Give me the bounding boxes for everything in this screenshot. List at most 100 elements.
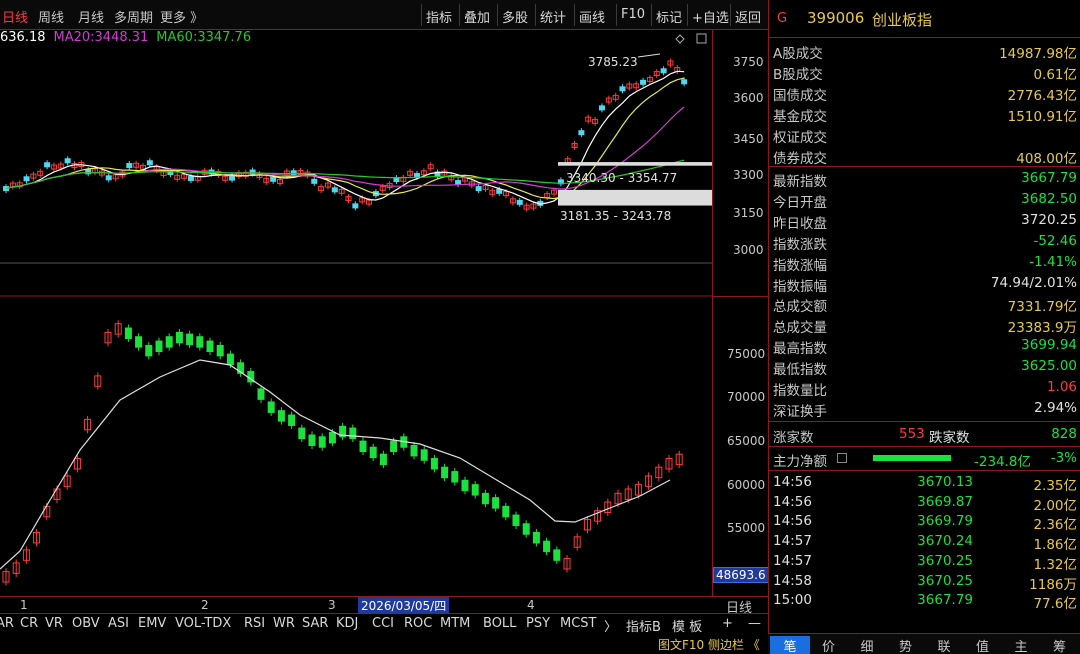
volume-candle (186, 333, 194, 346)
price-tick: 3300 (733, 168, 764, 182)
indicator-tab-cr[interactable]: CR (20, 616, 38, 631)
quote-tab-3[interactable]: 势 (886, 636, 926, 654)
candle-body (167, 170, 174, 176)
indicator-tab-cci[interactable]: CCI (372, 616, 394, 631)
sidebar-links[interactable]: 图文F10 侧边栏 《 (658, 636, 760, 653)
stat-value: 7331.79亿 (1007, 299, 1077, 316)
panel-divider (769, 421, 1080, 422)
candle-body (187, 176, 194, 182)
quote-tab-6[interactable]: 主 (1001, 636, 1041, 654)
indicator-tab-sar[interactable]: SAR (302, 616, 328, 631)
zoom-in-icon[interactable]: + (722, 616, 733, 631)
quote-tab-2[interactable]: 细 (847, 636, 887, 654)
cursor-date: 2026/03/05/四 (358, 597, 450, 614)
candle-body (126, 163, 133, 169)
tick-time: 14:56 (773, 513, 812, 530)
period-tab-4[interactable]: 更多 》 (160, 7, 203, 26)
candle-body (44, 162, 51, 168)
high-annotation: 3785.23 (588, 55, 638, 69)
tick-row: 14:56 3669.87 2.00亿 (769, 492, 1080, 514)
price-tick: 3750 (733, 55, 764, 69)
indicator-tab-roc[interactable]: ROC (404, 616, 432, 631)
turnover-row: 基金成交 1510.91亿 (769, 103, 1080, 125)
indicator-tab-obv[interactable]: OBV (72, 616, 100, 631)
candle-body (352, 203, 359, 209)
stats-button[interactable]: 统计 (540, 7, 566, 26)
volume-ma-line (0, 359, 671, 570)
candle-body (578, 130, 585, 136)
toolbar-divider (687, 4, 688, 26)
back-button[interactable]: 返回 (735, 7, 761, 26)
stat-value: 3682.50 (1021, 190, 1077, 207)
volume-candle (369, 446, 377, 459)
panel-divider (769, 446, 1080, 447)
indicator-tab-asi[interactable]: ASI (108, 616, 129, 631)
quote-tab-7[interactable]: 筹 (1040, 636, 1080, 654)
indicator-tab-wr[interactable]: WR (273, 616, 295, 631)
quote-tab-0[interactable]: 笔 (770, 636, 810, 654)
list-icon[interactable] (837, 453, 847, 463)
stat-value: 3699.94 (1021, 337, 1077, 354)
zoom-out-icon[interactable]: — (748, 616, 761, 631)
candle-body (23, 176, 30, 182)
main-flow-label: 主力净额 (773, 454, 827, 470)
volume-candle (277, 410, 285, 422)
indicator-tab-kdj[interactable]: KDJ (336, 616, 358, 631)
volume-candle (298, 427, 306, 440)
candle-body (455, 180, 462, 186)
indicator-tab-mcst[interactable]: MCST (560, 616, 597, 631)
mark-button[interactable]: 标记 (656, 7, 682, 26)
add-watchlist-button[interactable]: +自选 (692, 7, 729, 26)
indicator-button[interactable]: 指标 (426, 7, 452, 26)
period-tab-3[interactable]: 多周期 (114, 7, 153, 26)
tick-volume: 77.6亿 (1033, 596, 1077, 613)
stock-g-icon: G (777, 11, 788, 26)
period-tab-1[interactable]: 周线 (38, 7, 64, 26)
volume-candle (532, 531, 540, 544)
candle-body (105, 175, 112, 181)
volume-tick: 55000 (727, 521, 766, 535)
f10-button[interactable]: F10 (621, 7, 645, 22)
indicator-tab-psy[interactable]: PSY (526, 616, 550, 631)
indicator-tab-rsi[interactable]: RSI (244, 616, 265, 631)
multi-stock-button[interactable]: 多股 (502, 7, 528, 26)
quote-panel: G 399006 创业板指 A股成交 14987.98亿 B股成交 0.61亿 国债成交… (768, 0, 1080, 654)
down-count-label: 跌家数 (929, 430, 970, 446)
quote-tab-5[interactable]: 值 (963, 636, 1003, 654)
up-count-label: 涨家数 (773, 430, 814, 446)
turnover-row: A股成交 14987.98亿 (769, 40, 1080, 62)
stock-header: G 399006 创业板指 (769, 0, 1080, 38)
stat-row: 指数涨幅 -1.41% (769, 252, 1080, 274)
candle-body (270, 176, 277, 182)
stock-name: 创业板指 (872, 11, 933, 29)
turnover-value: 408.00亿 (1016, 151, 1077, 167)
stat-label: 最新指数 (773, 174, 827, 190)
main-flow-pct: -3% (1050, 450, 1077, 466)
quote-tab-1[interactable]: 价 (809, 636, 849, 654)
period-tab-2[interactable]: 月线 (78, 7, 104, 26)
indicator-tab-vol-tdx[interactable]: VOL-TDX (175, 616, 231, 631)
indicator-tab-boll[interactable]: BOLL (483, 616, 516, 631)
draw-line-button[interactable]: 画线 (579, 7, 605, 26)
indicator-tab-ar[interactable]: AR (0, 616, 14, 631)
stat-value: 1.06 (1046, 379, 1077, 395)
indicator-tab-mtm[interactable]: MTM (440, 616, 470, 631)
zone1-annotation: 3340.30 - 3354.77 (566, 171, 677, 185)
tick-time: 15:00 (773, 592, 812, 609)
kline-chart[interactable]: 3785.23 3340.30 - 3354.77 3181.35 - 3243.7… (0, 30, 712, 596)
volume-candle (318, 436, 326, 448)
tick-row: 14:56 3669.79 2.36亿 (769, 511, 1080, 533)
volume-candle (553, 549, 561, 561)
down-count: 828 (1051, 426, 1077, 442)
overlay-button[interactable]: 叠加 (464, 7, 490, 26)
volume-candle (461, 479, 469, 492)
expand-icon (696, 33, 707, 44)
stat-value: -1.41% (1029, 253, 1077, 270)
period-tab-0[interactable]: 日线 (2, 7, 28, 26)
indicator-tab-vr[interactable]: VR (45, 616, 63, 631)
turnover-row: 国债成交 2776.43亿 (769, 82, 1080, 104)
tick-price: 3670.24 (917, 533, 973, 550)
indicator-tab-emv[interactable]: EMV (138, 616, 166, 631)
volume-candle (124, 327, 132, 339)
quote-tab-4[interactable]: 联 (924, 636, 964, 654)
